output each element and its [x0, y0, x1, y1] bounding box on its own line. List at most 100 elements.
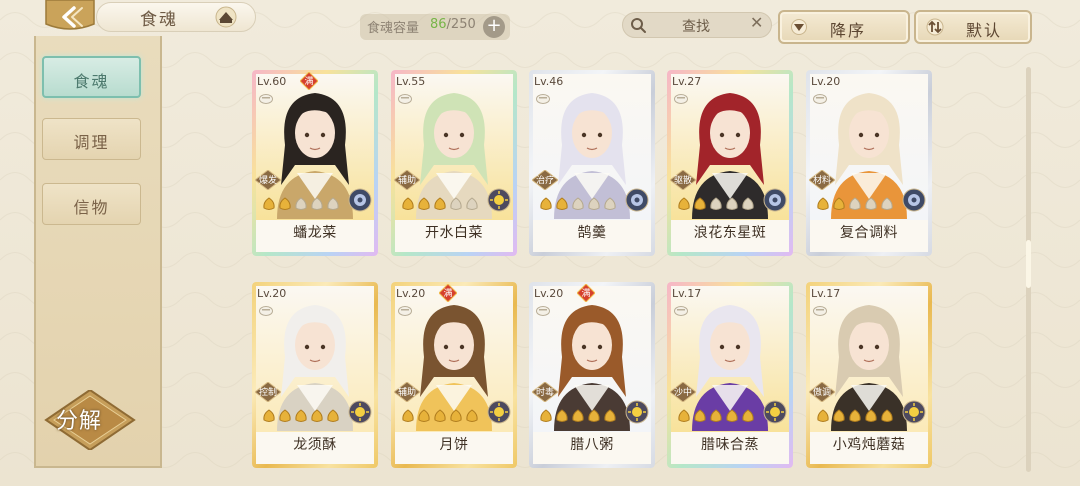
star-filled-icon: [556, 409, 568, 422]
capacity-value: 86/250: [430, 17, 476, 32]
game-screen: 食魂 食魂容量 86/250 + 查找 ✕ 降序 默认 食魂 调理 信物 分解: [0, 0, 1080, 486]
star-filled-icon: [694, 197, 706, 210]
food-soul-card[interactable]: Lv.17 沙中 腊味合蒸: [667, 282, 793, 468]
close-icon[interactable]: ✕: [750, 13, 763, 32]
moon-icon: [348, 188, 372, 212]
star-filled-icon: [263, 409, 275, 422]
star-empty-icon: [588, 197, 600, 210]
search-placeholder: 查找: [682, 19, 710, 35]
card-level: Lv.20: [534, 287, 564, 300]
star-filled-icon: [881, 409, 893, 422]
star-filled-icon: [434, 409, 446, 422]
sun-icon: [902, 400, 926, 424]
sun-icon: [487, 188, 511, 212]
card-level: Lv.17: [672, 287, 702, 300]
food-soul-card[interactable]: Lv.20 控制 龙须酥: [252, 282, 378, 468]
star-rating: [540, 197, 616, 210]
tab-tuning[interactable]: 调理: [42, 118, 141, 160]
star-empty-icon: [865, 197, 877, 210]
star-filled-icon: [572, 409, 584, 422]
food-soul-card[interactable]: Lv.60 爆发 蟠龙菜 满: [252, 70, 378, 256]
dish-icon: [674, 306, 688, 316]
food-soul-card[interactable]: Lv.46 治疗 鹄羹: [529, 70, 655, 256]
star-filled-icon: [710, 409, 722, 422]
card-name: 复合调料: [840, 225, 898, 241]
star-filled-icon: [311, 409, 323, 422]
chef-hat-icon[interactable]: [213, 6, 239, 28]
dish-icon: [398, 94, 412, 104]
tab-label: 信物: [73, 198, 110, 217]
star-empty-icon: [311, 197, 323, 210]
star-filled-icon: [295, 409, 307, 422]
card-level: Lv.20: [257, 287, 287, 300]
sun-icon: [487, 400, 511, 424]
star-empty-icon: [604, 197, 616, 210]
food-soul-card[interactable]: Lv.20 时毒 腊八粥 满: [529, 282, 655, 468]
star-filled-icon: [450, 409, 462, 422]
scrollbar-thumb[interactable]: [1026, 240, 1031, 288]
dish-icon: [259, 94, 273, 104]
role-label: 控制: [258, 388, 277, 398]
role-label: 辅助: [397, 388, 416, 398]
tab-food-soul[interactable]: 食魂: [42, 56, 141, 98]
star-empty-icon: [450, 197, 462, 210]
star-rating: [678, 409, 754, 422]
star-filled-icon: [817, 409, 829, 422]
role-label: 驱散: [673, 176, 692, 186]
star-filled-icon: [466, 409, 478, 422]
moon-icon: [763, 188, 787, 212]
star-rating: [402, 409, 478, 422]
food-soul-card[interactable]: Lv.17 傲调 小鸡炖蘑菇: [806, 282, 932, 468]
star-empty-icon: [881, 197, 893, 210]
capacity-current: 86: [430, 17, 447, 32]
card-name: 腊八粥: [570, 437, 614, 453]
star-filled-icon: [540, 409, 552, 422]
star-empty-icon: [849, 197, 861, 210]
star-filled-icon: [540, 197, 552, 210]
card-level: Lv.20: [396, 287, 426, 300]
capacity-label: 食魂容量: [367, 21, 420, 36]
max-level-label: 满: [581, 289, 591, 299]
dish-icon: [813, 306, 827, 316]
role-label: 辅助: [397, 176, 416, 186]
role-label: 爆发: [258, 176, 277, 186]
search-icon: [631, 18, 646, 33]
dish-icon: [674, 94, 688, 104]
card-level: Lv.27: [672, 75, 702, 88]
star-filled-icon: [817, 197, 829, 210]
star-empty-icon: [572, 197, 584, 210]
star-filled-icon: [434, 197, 446, 210]
food-soul-card[interactable]: Lv.20 材料 复合调料: [806, 70, 932, 256]
dish-icon: [398, 306, 412, 316]
capacity-add-button[interactable]: +: [483, 16, 505, 38]
card-name: 蟠龙菜: [293, 225, 337, 241]
star-rating: [402, 197, 478, 210]
triangle-down-icon: [791, 19, 807, 35]
card-name: 鹄羹: [577, 225, 607, 241]
card-level: Lv.20: [811, 75, 841, 88]
sort-default-label: 默认: [966, 21, 1003, 40]
star-filled-icon: [865, 409, 877, 422]
food-soul-card[interactable]: Lv.20 辅助 月饼 满: [391, 282, 517, 468]
star-filled-icon: [588, 409, 600, 422]
food-soul-card[interactable]: Lv.55 辅助 开水白菜: [391, 70, 517, 256]
dish-icon: [536, 94, 550, 104]
star-filled-icon: [418, 197, 430, 210]
food-soul-card[interactable]: Lv.27 驱散 浪花东星斑: [667, 70, 793, 256]
card-name: 龙须酥: [293, 437, 337, 453]
star-empty-icon: [710, 197, 722, 210]
decompose-label: 分解: [56, 409, 103, 434]
card-name: 浪花东星斑: [693, 225, 767, 241]
star-empty-icon: [742, 197, 754, 210]
card-level: Lv.55: [396, 75, 426, 88]
max-level-label: 满: [304, 77, 314, 87]
card-name: 月饼: [439, 437, 469, 453]
star-rating: [540, 409, 616, 422]
star-filled-icon: [678, 197, 690, 210]
tab-keepsake[interactable]: 信物: [42, 183, 141, 225]
back-arrow-icon[interactable]: [40, 0, 100, 34]
star-filled-icon: [279, 409, 291, 422]
star-empty-icon: [466, 197, 478, 210]
star-empty-icon: [726, 197, 738, 210]
sun-icon: [348, 400, 372, 424]
